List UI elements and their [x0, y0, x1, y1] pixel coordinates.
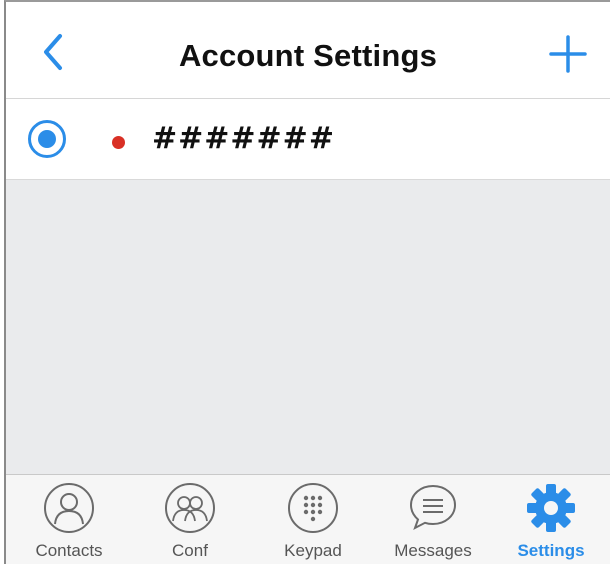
account-list-item[interactable]: #######	[6, 99, 610, 180]
tab-messages[interactable]: Messages	[374, 475, 492, 564]
tab-bar: Contacts Conf Keypad Messages Settings	[6, 474, 610, 564]
account-status-indicator	[112, 136, 125, 149]
account-select-radio[interactable]	[28, 120, 66, 158]
conference-icon	[165, 483, 215, 533]
tab-keypad-label: Keypad	[284, 541, 342, 560]
tab-conf[interactable]: Conf	[131, 475, 249, 564]
messages-icon	[409, 484, 457, 531]
tab-conf-label: Conf	[172, 541, 208, 560]
tab-contacts-label: Contacts	[35, 541, 103, 560]
account-name: #######	[152, 121, 335, 156]
contacts-icon	[44, 483, 94, 533]
radio-selected-dot	[38, 130, 56, 148]
navigation-bar: Account Settings	[6, 2, 610, 99]
tab-settings[interactable]: Settings	[492, 475, 610, 564]
add-account-button[interactable]	[548, 34, 588, 74]
tab-contacts[interactable]: Contacts	[10, 475, 128, 564]
tab-keypad[interactable]: Keypad	[254, 475, 372, 564]
page-title: Account Settings	[178, 38, 438, 73]
plus-icon	[549, 35, 587, 73]
keypad-icon	[288, 483, 338, 533]
app-screen: Account Settings ####### Contacts Conf K…	[4, 0, 610, 564]
settings-gear-icon	[527, 484, 575, 532]
tab-messages-label: Messages	[394, 541, 472, 560]
tab-settings-label: Settings	[517, 541, 585, 560]
empty-content-area	[6, 180, 610, 474]
